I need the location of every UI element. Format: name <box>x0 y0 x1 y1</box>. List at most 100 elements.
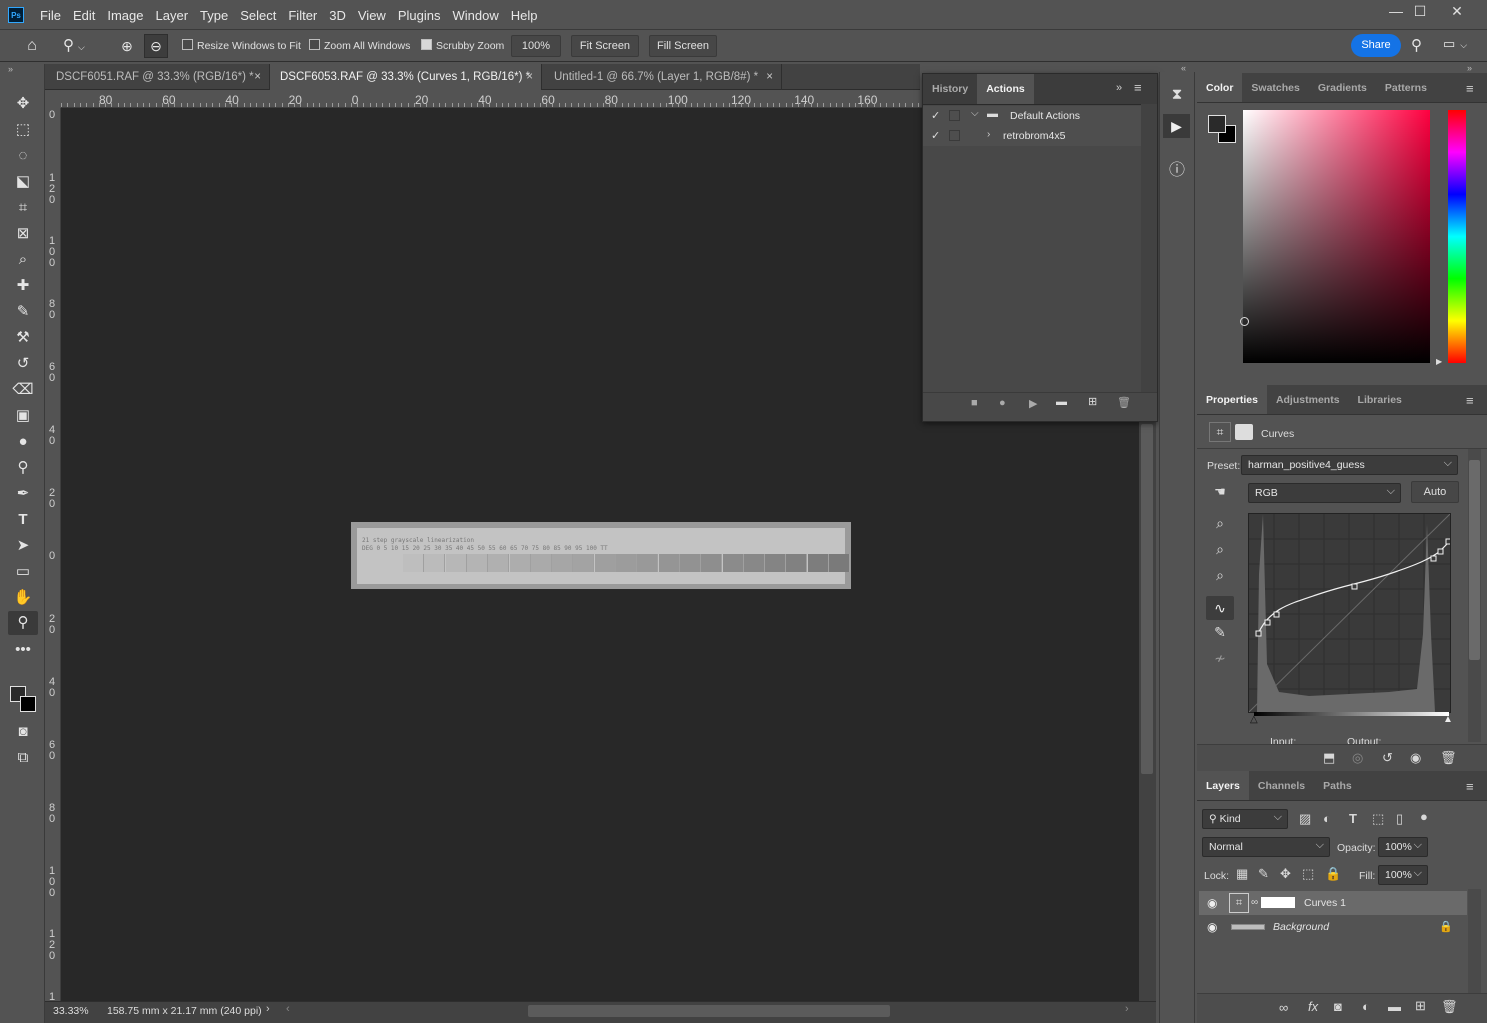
color-field[interactable] <box>1243 110 1430 363</box>
new-group-icon[interactable]: ▬ <box>1388 999 1401 1014</box>
pen-tool-icon[interactable]: ✒ <box>8 482 38 506</box>
play-icon[interactable]: ▶ <box>1029 397 1037 410</box>
zoom-100-button[interactable]: 100% <box>511 35 561 57</box>
vertical-scroll-thumb[interactable] <box>1141 424 1153 774</box>
black-point-eyedropper-icon[interactable]: ⌕ <box>1209 515 1231 535</box>
lock-all-icon[interactable]: 🔒 <box>1325 866 1341 882</box>
auto-button[interactable]: Auto <box>1411 481 1459 503</box>
hand-tool-icon[interactable]: ✋ <box>8 586 38 610</box>
lock-transparent-icon[interactable]: ▦ <box>1236 866 1248 882</box>
white-point-eyedropper-icon[interactable]: ⌕ <box>1209 567 1231 587</box>
link-layers-icon[interactable]: ∞ <box>1279 1000 1288 1015</box>
type-tool-icon[interactable]: T <box>8 508 38 532</box>
layer-mask-icon[interactable] <box>1235 424 1253 440</box>
tab-untitled-1[interactable]: Untitled-1 @ 66.7% (Layer 1, RGB/8#) * × <box>544 64 782 90</box>
rectangle-tool-icon[interactable]: ▭ <box>8 560 38 584</box>
zoom-tool-preset-icon[interactable]: ⚲ ⌵ <box>63 35 99 57</box>
lock-artboard-icon[interactable]: ⬚ <box>1302 866 1314 882</box>
layers-scrollbar[interactable] <box>1468 889 1481 993</box>
layer-row-background[interactable]: ◉ Background 🔒 <box>1199 915 1467 939</box>
menu-filter[interactable]: Filter <box>282 8 323 23</box>
tab-dscf6053[interactable]: DSCF6053.RAF @ 33.3% (Curves 1, RGB/16*)… <box>270 64 542 90</box>
collapse-left-icon[interactable]: « <box>1181 63 1186 73</box>
opacity-input[interactable]: 100% <box>1378 836 1428 857</box>
tab-gradients[interactable]: Gradients <box>1309 73 1376 102</box>
channel-dropdown[interactable]: RGB <box>1248 482 1401 503</box>
crop-tool-icon[interactable]: ⌗ <box>8 196 38 220</box>
tab-swatches[interactable]: Swatches <box>1242 73 1308 102</box>
smooth-curve-icon[interactable]: ≁ <box>1209 650 1231 670</box>
curves-graph[interactable] <box>1248 513 1451 713</box>
target-adjust-icon[interactable]: ☚ <box>1209 484 1231 504</box>
brush-tool-icon[interactable]: ✎ <box>8 300 38 324</box>
gray-point-eyedropper-icon[interactable]: ⌕ <box>1209 541 1231 561</box>
filter-smart-object-icon[interactable]: ▯ <box>1396 811 1403 827</box>
menu-3d[interactable]: 3D <box>323 8 352 23</box>
expand-chevron-icon[interactable]: › <box>987 129 990 140</box>
lock-position-icon[interactable]: ✥ <box>1280 866 1291 882</box>
delete-icon[interactable]: 🗑 <box>1117 396 1131 409</box>
black-slider-handle-icon[interactable]: △ <box>1250 714 1258 725</box>
fill-screen-button[interactable]: Fill Screen <box>649 35 717 57</box>
history-panel-icon[interactable]: ⧗ <box>1166 86 1188 108</box>
delete-adjustment-icon[interactable]: 🗑 <box>1440 750 1457 766</box>
path-selection-tool-icon[interactable]: ➤ <box>8 534 38 558</box>
menu-edit[interactable]: Edit <box>67 8 101 23</box>
gradient-tool-icon[interactable]: ▣ <box>8 404 38 428</box>
dialog-toggle-icon[interactable] <box>949 130 960 141</box>
filter-adjustment-icon[interactable]: ◐ <box>1323 811 1331 826</box>
menu-image[interactable]: Image <box>101 8 149 23</box>
layer-name[interactable]: Background <box>1273 915 1329 939</box>
close-tab-icon[interactable]: × <box>526 64 533 90</box>
layer-name[interactable]: Curves 1 <box>1304 891 1346 915</box>
expand-tools-icon[interactable]: » <box>8 64 13 74</box>
collapse-right-icon[interactable]: » <box>1467 63 1472 73</box>
status-zoom[interactable]: 33.33% <box>53 1005 89 1017</box>
menu-help[interactable]: Help <box>505 8 544 23</box>
search-icon[interactable]: ⚲ <box>1411 36 1431 54</box>
eye-icon[interactable]: ◉ <box>1207 915 1217 939</box>
layer-row-curves[interactable]: ◉ ⌗ ∞ Curves 1 <box>1199 891 1467 915</box>
scrubby-zoom-checkbox[interactable]: Scrubby Zoom <box>421 39 504 52</box>
close-tab-icon[interactable]: × <box>254 64 261 90</box>
action-set-row[interactable]: ✓ ⌵ ▬ Default Actions <box>923 106 1141 126</box>
properties-scroll-thumb[interactable] <box>1469 460 1480 660</box>
new-set-icon[interactable]: ▬ <box>1056 396 1067 408</box>
menu-window[interactable]: Window <box>446 8 504 23</box>
menu-file[interactable]: File <box>34 8 67 23</box>
blur-tool-icon[interactable]: ● <box>8 430 38 454</box>
dialog-toggle-icon[interactable] <box>949 110 960 121</box>
fit-screen-button[interactable]: Fit Screen <box>571 35 639 57</box>
tab-adjustments[interactable]: Adjustments <box>1267 385 1349 414</box>
curves-adjustment-icon[interactable]: ⌗ <box>1209 422 1231 442</box>
layer-mask-thumb[interactable] <box>1261 897 1295 908</box>
tab-history[interactable]: History <box>923 74 977 104</box>
scroll-left-icon[interactable]: ‹ <box>286 1003 290 1015</box>
quick-mask-icon[interactable]: ◙ <box>8 720 38 744</box>
new-adjustment-layer-icon[interactable]: ◐ <box>1362 999 1370 1014</box>
history-brush-tool-icon[interactable]: ↺ <box>8 352 38 376</box>
maximize-button[interactable]: ☐ <box>1402 0 1438 24</box>
clip-to-layer-icon[interactable]: ⬒ <box>1323 750 1335 766</box>
clone-stamp-tool-icon[interactable]: ⚒ <box>8 326 38 350</box>
menu-layer[interactable]: Layer <box>150 8 195 23</box>
menu-plugins[interactable]: Plugins <box>392 8 447 23</box>
properties-panel-menu-icon[interactable]: ≡ <box>1466 393 1474 408</box>
reset-icon[interactable]: ↺ <box>1382 750 1393 766</box>
filter-pixel-icon[interactable]: ▨ <box>1299 811 1311 827</box>
background-color-swatch[interactable] <box>20 696 36 712</box>
tab-color[interactable]: Color <box>1197 73 1243 102</box>
eraser-tool-icon[interactable]: ⌫ <box>8 378 38 402</box>
color-panel-menu-icon[interactable]: ≡ <box>1466 81 1474 96</box>
toggle-check-icon[interactable]: ✓ <box>931 129 940 142</box>
filter-toggle-icon[interactable]: ● <box>1420 809 1428 824</box>
stop-icon[interactable]: ■ <box>971 397 978 409</box>
layers-panel-menu-icon[interactable]: ≡ <box>1466 779 1474 794</box>
expand-chevron-icon[interactable]: ⌵ <box>971 108 979 119</box>
zoom-in-icon[interactable]: ⊕ <box>116 35 138 57</box>
menu-type[interactable]: Type <box>194 8 234 23</box>
preset-dropdown[interactable]: harman_positive4_guess <box>1241 454 1458 475</box>
add-mask-icon[interactable]: ◙ <box>1334 999 1342 1014</box>
blend-mode-dropdown[interactable]: Normal <box>1202 836 1330 857</box>
tab-dscf6051[interactable]: DSCF6051.RAF @ 33.3% (RGB/16*) * × <box>46 64 270 90</box>
